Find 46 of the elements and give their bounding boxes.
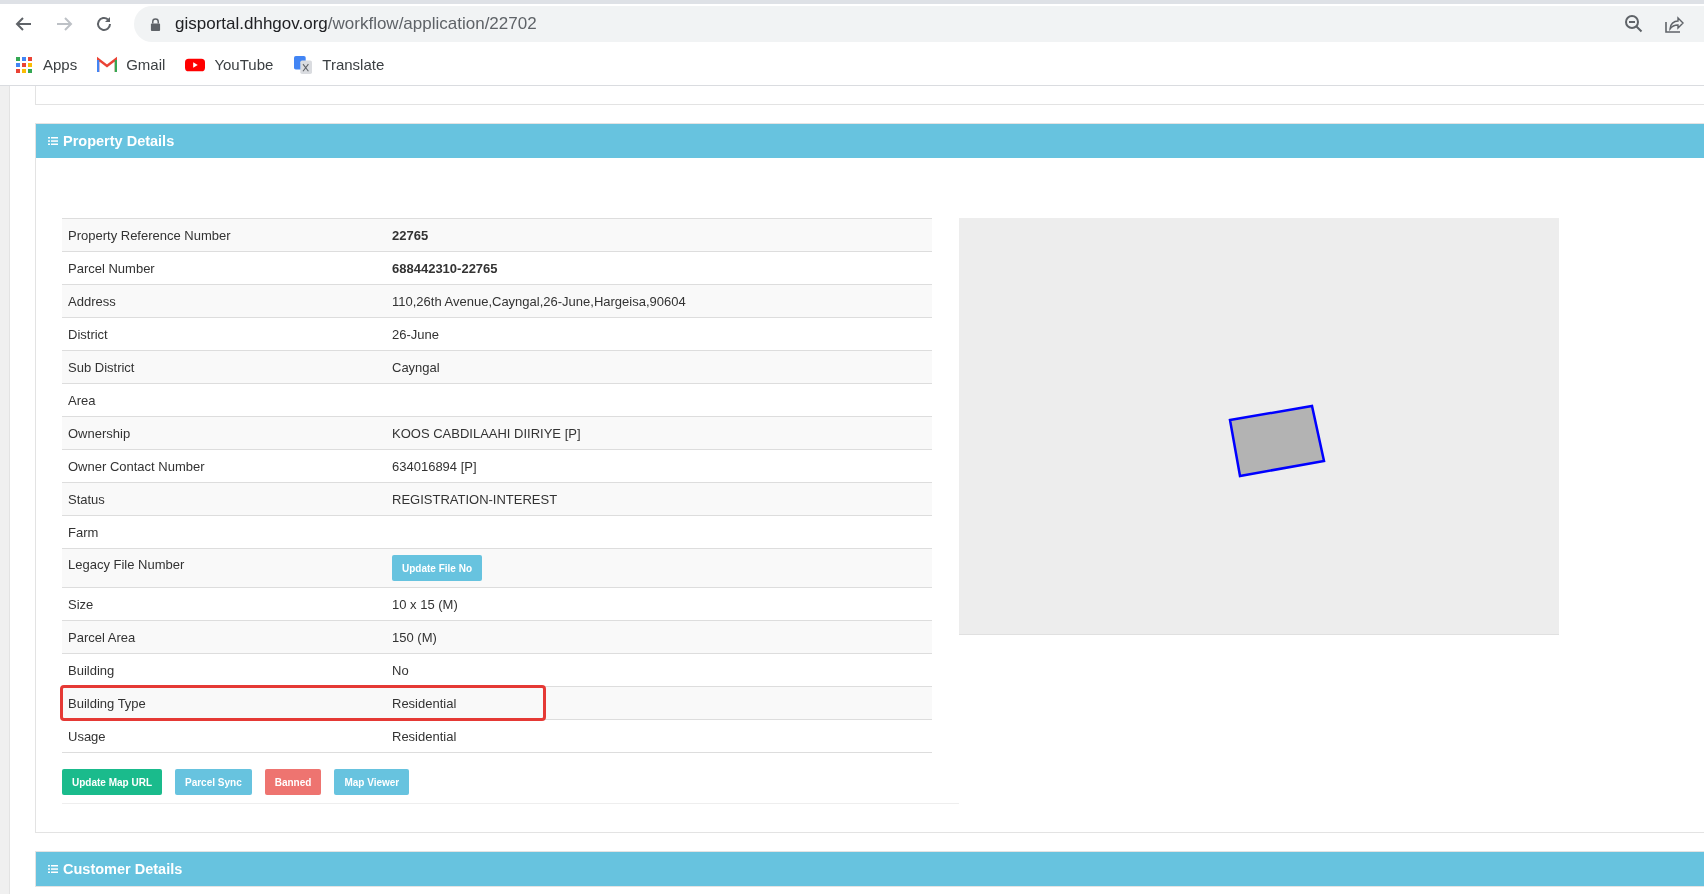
field-value: REGISTRATION-INTEREST (392, 491, 558, 507)
bookmark-link[interactable]: Apps (14, 55, 78, 74)
field-value: Residential (392, 695, 457, 711)
field-label: Property Reference Number (68, 227, 231, 243)
field-value: 26-June (392, 326, 439, 342)
field-value: 150 (M) (392, 629, 437, 645)
address-bar[interactable]: gisportal.dhhgov.org/workflow/application/22702 (134, 6, 1704, 42)
translate-icon (293, 55, 314, 74)
field-value: Residential (392, 728, 457, 744)
list-icon (48, 136, 58, 146)
field-value: 10 x 15 (M) (392, 596, 458, 612)
panel-title: Customer Details (63, 861, 183, 877)
field-label: Building Type (68, 695, 146, 711)
panel-title: Property Details (63, 133, 175, 149)
lock-icon (150, 17, 161, 31)
field-label: District (68, 326, 108, 342)
field-label: Ownership (68, 425, 131, 441)
field-label: Status (68, 491, 105, 507)
field-label: Size (68, 596, 94, 612)
field-label: Legacy File Number (68, 557, 185, 572)
bookmark-link[interactable]: YouTube (185, 55, 274, 74)
field-label: Address (68, 293, 116, 309)
field-value: KOOS CABDILAAHI DIIRIYE [P] (392, 425, 581, 441)
apps-grid-icon (14, 55, 34, 74)
field-label: Farm (68, 524, 99, 540)
bookmark-link[interactable]: Gmail (97, 55, 166, 74)
field-label: Owner Contact Number (68, 458, 205, 474)
list-icon (48, 864, 58, 874)
field-label: Usage (68, 728, 106, 744)
field-value: Cayngal (392, 359, 440, 375)
field-value: 110,26th Avenue,Cayngal,26-June,Hargeisa,90604 (392, 293, 686, 309)
field-label: Area (68, 392, 96, 408)
bookmark-link[interactable]: Translate (293, 55, 385, 74)
field-value: 22765 (392, 227, 429, 243)
share-icon[interactable] (1664, 14, 1684, 34)
field-label: Parcel Number (68, 260, 155, 276)
field-label: Building (68, 662, 115, 678)
field-value: No (392, 662, 409, 678)
field-value: 634016894 [P] (392, 458, 477, 474)
field-value: 688442310-22765 (392, 260, 498, 276)
url-text: gisportal.dhhgov.org/workflow/application/22702 (175, 14, 538, 34)
reload-icon[interactable] (94, 14, 114, 34)
mail-icon (97, 55, 118, 74)
zoom-out-icon[interactable] (1624, 14, 1644, 34)
field-label: Parcel Area (68, 629, 136, 645)
field-label: Sub District (68, 359, 135, 375)
